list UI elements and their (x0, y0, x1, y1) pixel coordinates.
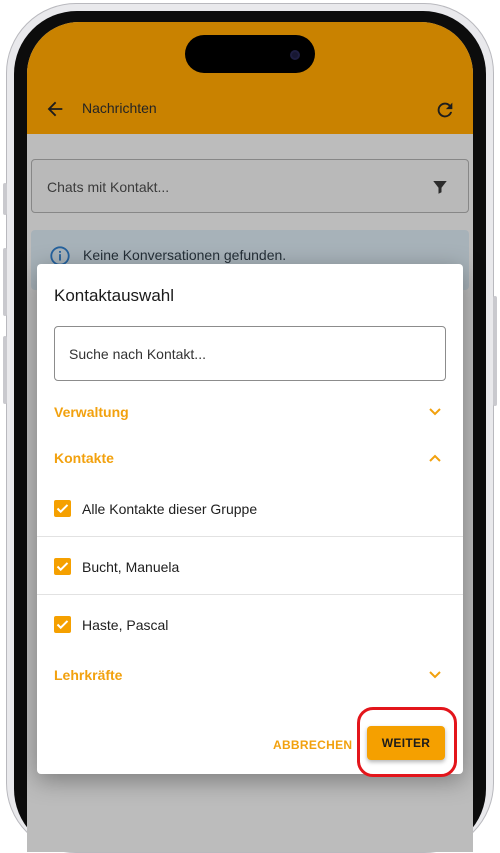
contact-selection-dialog: Kontaktauswahl Suche nach Kontakt... Ver… (37, 264, 463, 774)
side-button (3, 336, 7, 404)
checkbox-checked[interactable] (54, 500, 71, 517)
section-label: Verwaltung (54, 404, 129, 420)
dialog-title: Kontaktauswahl (54, 286, 175, 305)
side-button (3, 248, 7, 316)
check-icon (56, 504, 69, 514)
contact-search-input[interactable]: Suche nach Kontakt... (54, 326, 446, 381)
contact-label: Alle Kontakte dieser Gruppe (82, 501, 258, 517)
section-kontakte[interactable]: Kontakte (37, 438, 463, 478)
section-label: Lehrkräfte (54, 667, 123, 683)
checkbox-checked[interactable] (54, 558, 71, 575)
check-icon (56, 562, 69, 572)
contact-label: Bucht, Manuela (82, 559, 180, 575)
contact-row[interactable]: Haste, Pascal (37, 595, 463, 653)
section-lehrkraefte[interactable]: Lehrkräfte (37, 655, 463, 695)
contact-search-placeholder: Suche nach Kontakt... (69, 346, 206, 362)
check-icon (56, 620, 69, 630)
cancel-button[interactable]: ABBRECHEN (273, 730, 352, 760)
contact-row[interactable]: Bucht, Manuela (37, 537, 463, 595)
section-verwaltung[interactable]: Verwaltung (37, 392, 463, 432)
section-label: Kontakte (54, 450, 114, 466)
highlight-annotation (357, 707, 457, 777)
checkbox-checked[interactable] (54, 616, 71, 633)
chevron-down-icon (429, 671, 441, 679)
chevron-down-icon (429, 408, 441, 416)
contact-label: Haste, Pascal (82, 617, 169, 633)
chevron-up-icon (429, 454, 441, 462)
side-button (3, 183, 7, 215)
side-button (493, 296, 497, 406)
contact-row-all[interactable]: Alle Kontakte dieser Gruppe (37, 479, 463, 537)
